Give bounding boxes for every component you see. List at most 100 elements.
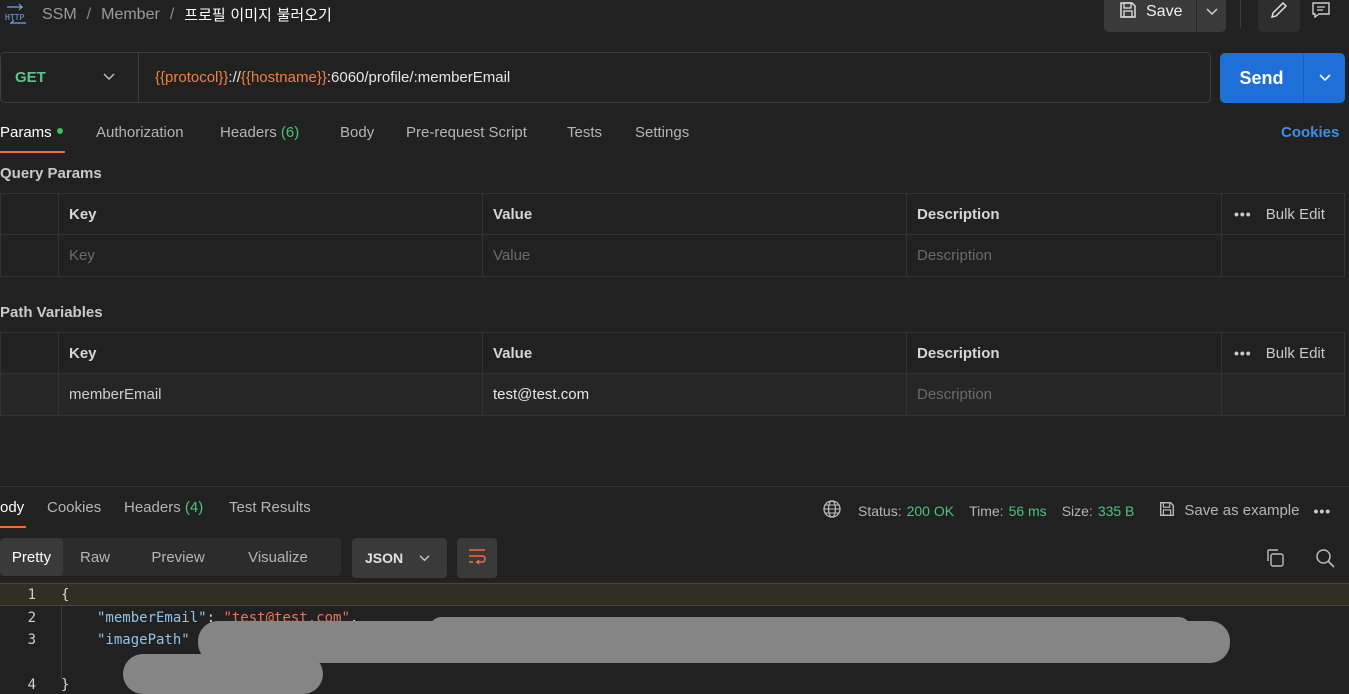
status-value[interactable]: 200 OK (907, 503, 954, 519)
response-divider[interactable] (0, 486, 1349, 487)
active-tab-underline (0, 526, 26, 528)
save-button[interactable]: Save (1104, 0, 1198, 32)
save-as-example-button[interactable]: Save as example (1158, 500, 1299, 522)
breadcrumb-separator: / (86, 5, 92, 23)
request-tabs: Params Authorization Headers (6) Body Pr… (0, 122, 1349, 154)
description-input[interactable]: Description (906, 235, 1221, 276)
line-number: 1 (27, 586, 36, 603)
save-as-example-label: Save as example (1184, 502, 1300, 519)
tab-response-cookies[interactable]: Cookies (47, 499, 101, 516)
cookies-link[interactable]: Cookies (1281, 124, 1339, 141)
tab-visualize[interactable]: Visualize (229, 538, 327, 576)
request-name[interactable]: 프로필 이미지 불러오기 (184, 4, 332, 25)
edit-button[interactable] (1258, 0, 1300, 32)
bulk-edit-button[interactable]: Bulk Edit (1266, 345, 1325, 362)
size-value[interactable]: 335 B (1098, 503, 1135, 519)
tab-headers[interactable]: Headers (6) (220, 124, 299, 141)
time-label: Time: (969, 502, 1004, 519)
tab-settings[interactable]: Settings (635, 124, 689, 141)
send-button-group: Send (1220, 53, 1345, 103)
tab-response-body[interactable]: ody (0, 499, 24, 516)
more-icon[interactable]: ••• (1234, 345, 1252, 361)
checkbox-column-header (1, 194, 58, 234)
chevron-down-icon (102, 69, 116, 86)
column-header-value: Value (482, 194, 906, 234)
table-header-row: Key Value Description ••• Bulk Edit (1, 194, 1344, 235)
query-params-title: Query Params (0, 165, 102, 182)
row-checkbox-cell (1, 235, 58, 276)
save-options-button[interactable] (1197, 0, 1226, 32)
tab-params[interactable]: Params (0, 124, 63, 141)
value-input[interactable]: Value (482, 235, 906, 276)
breadcrumb-separator: / (169, 5, 175, 23)
method-select[interactable]: GET (1, 53, 139, 102)
json-key: "memberEmail" (97, 609, 207, 626)
save-icon (1118, 0, 1138, 25)
checkbox-column-header (1, 333, 58, 373)
url-text: :6060/profile/:memberEmail (326, 69, 511, 86)
tab-test-results[interactable]: Test Results (229, 499, 311, 516)
svg-text:HTTP: HTTP (5, 13, 24, 22)
tab-response-headers[interactable]: Headers (4) (124, 499, 203, 516)
globe-icon[interactable] (822, 499, 842, 522)
tab-authorization[interactable]: Authorization (96, 124, 184, 141)
format-select-value: JSON (365, 550, 404, 566)
time-value[interactable]: 56 ms (1009, 503, 1047, 519)
tab-headers-label: Headers (220, 124, 277, 141)
path-variable-value-input[interactable]: test@test.com (482, 374, 906, 415)
more-icon[interactable]: ••• (1234, 206, 1252, 222)
line-number: 3 (27, 631, 36, 648)
query-params-table: Key Value Description ••• Bulk Edit Key … (0, 193, 1345, 277)
copy-icon[interactable] (1264, 547, 1286, 569)
table-row: Key Value Description (1, 235, 1344, 276)
row-actions-cell (1221, 374, 1346, 415)
breadcrumb-item-member[interactable]: Member (101, 6, 160, 24)
tab-preview[interactable]: Preview (127, 538, 229, 576)
send-button[interactable]: Send (1220, 53, 1304, 103)
breadcrumb: SSM / Member / 프로필 이미지 불러오기 (42, 4, 332, 25)
http-icon: HTTP (4, 3, 30, 25)
row-checkbox-cell (1, 374, 58, 415)
chevron-down-icon (1318, 70, 1332, 87)
tab-pre-request-script[interactable]: Pre-request Script (406, 124, 527, 141)
tab-tests[interactable]: Tests (567, 124, 602, 141)
top-bar: HTTP SSM / Member / 프로필 이미지 불러오기 Save (0, 0, 1349, 40)
more-icon[interactable]: ••• (1313, 503, 1331, 519)
comments-button[interactable] (1304, 0, 1338, 32)
url-variable-hostname: {{hostname}} (240, 69, 327, 86)
breadcrumb-item-ssm[interactable]: SSM (42, 6, 77, 24)
active-tab-underline (0, 151, 65, 153)
column-header-value: Value (482, 333, 906, 373)
status-label: Status: (858, 502, 902, 519)
format-tabs: Pretty Raw Preview Visualize (0, 538, 341, 576)
line-number: 4 (27, 676, 36, 693)
wrap-lines-button[interactable] (457, 538, 497, 578)
send-options-button[interactable] (1304, 53, 1345, 103)
save-label: Save (1146, 3, 1183, 20)
params-indicator-dot (56, 128, 63, 135)
code-text: { (61, 586, 70, 603)
save-button-group: Save (1104, 0, 1226, 32)
chevron-down-icon (418, 550, 431, 566)
tab-pretty[interactable]: Pretty (0, 538, 63, 576)
column-header-key: Key (58, 333, 482, 373)
url-input[interactable]: {{protocol}}://{{hostname}}:6060/profile… (139, 69, 510, 86)
code-text: } (61, 676, 70, 693)
path-variables-table: Key Value Description ••• Bulk Edit memb… (0, 332, 1345, 416)
comment-icon (1311, 0, 1331, 24)
response-tabs: ody Cookies Headers (4) Test Results Sta… (0, 497, 1349, 529)
description-input[interactable]: Description (906, 374, 1221, 415)
row-actions-cell (1221, 235, 1346, 276)
headers-count: (6) (280, 124, 300, 141)
column-header-description: Description (906, 194, 1221, 234)
key-input[interactable]: Key (58, 235, 482, 276)
format-select[interactable]: JSON (352, 538, 447, 578)
wrap-icon (467, 547, 487, 569)
bulk-edit-button[interactable]: Bulk Edit (1266, 206, 1325, 223)
search-icon[interactable] (1314, 547, 1336, 569)
tab-raw[interactable]: Raw (63, 538, 127, 576)
tab-body[interactable]: Body (340, 124, 374, 141)
json-key: "imagePath" (97, 631, 190, 648)
pencil-icon (1269, 0, 1289, 24)
tab-headers-label: Headers (124, 499, 181, 516)
